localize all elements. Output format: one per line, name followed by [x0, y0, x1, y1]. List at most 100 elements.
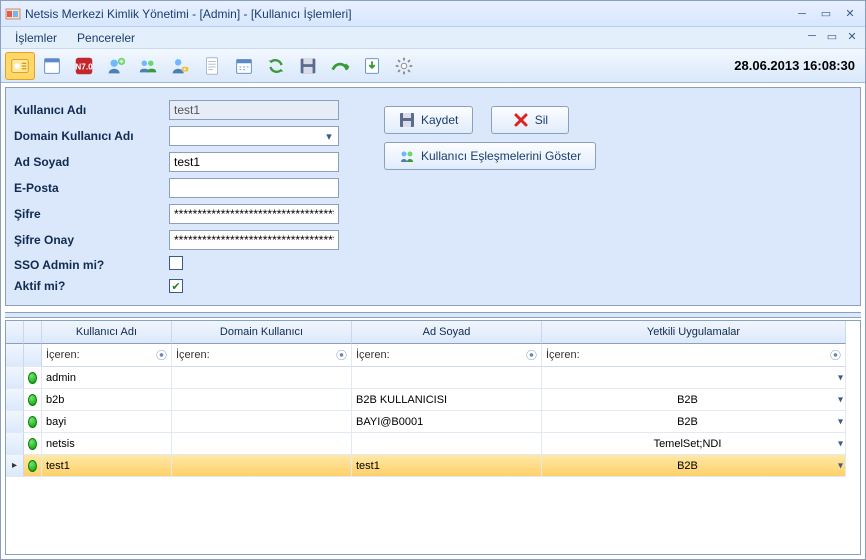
input-kullanici-adi: [169, 100, 339, 120]
cell-yetkili[interactable]: B2B▾: [542, 411, 846, 433]
label-domain-kullanici: Domain Kullanıcı Adı: [14, 129, 169, 143]
input-eposta[interactable]: [169, 178, 339, 198]
toolbar-user-key-icon[interactable]: [165, 52, 195, 80]
maximize-button[interactable]: ▭: [815, 6, 837, 22]
label-sifre: Şifre: [14, 207, 169, 221]
cell-yetkili[interactable]: TemelSet;NDI▾: [542, 433, 846, 455]
filter-icon[interactable]: ⦿: [526, 347, 537, 363]
delete-icon: [513, 112, 529, 128]
filter-icon[interactable]: ⦿: [156, 347, 167, 363]
splitter[interactable]: [5, 312, 861, 318]
toolbar-refresh-icon[interactable]: [261, 52, 291, 80]
col-domain[interactable]: Domain Kullanıcı: [172, 321, 352, 344]
show-matches-button[interactable]: Kullanıcı Eşleşmelerini Göster: [384, 142, 596, 170]
col-indicator: [6, 321, 24, 344]
col-kullanici[interactable]: Kullanıcı Adı: [42, 321, 172, 344]
filter-icon[interactable]: ⦿: [830, 347, 841, 363]
row-indicator: ▸: [6, 455, 24, 477]
input-ad-soyad[interactable]: [169, 152, 339, 172]
chevron-down-icon[interactable]: ▾: [838, 416, 843, 427]
col-yetkili[interactable]: Yetkili Uygulamalar: [542, 321, 846, 344]
status-active-icon: [28, 372, 37, 384]
filter-kullanici[interactable]: İçeren:⦿: [42, 344, 172, 367]
cell-yetkili[interactable]: B2B▾: [542, 389, 846, 411]
save-button[interactable]: Kaydet: [384, 106, 473, 134]
chevron-down-icon[interactable]: ▾: [838, 460, 843, 471]
cell-adsoyad: [352, 433, 542, 455]
toolbar-settings-icon[interactable]: [389, 52, 419, 80]
menubar: İşlemler Pencereler ─ ▭ ✕: [1, 27, 865, 49]
filter-yetkili[interactable]: İçeren:⦿: [542, 344, 846, 367]
cell-kullanici: admin: [42, 367, 172, 389]
toolbar-users-group-icon[interactable]: [133, 52, 163, 80]
save-label: Kaydet: [421, 113, 458, 127]
filter-domain[interactable]: İçeren:⦿: [172, 344, 352, 367]
menu-islemler[interactable]: İşlemler: [5, 28, 67, 48]
show-matches-label: Kullanıcı Eşleşmelerini Göster: [421, 149, 581, 163]
cell-adsoyad: [352, 367, 542, 389]
status-cell: [24, 389, 42, 411]
col-adsoyad[interactable]: Ad Soyad: [352, 321, 542, 344]
cell-kullanici: bayi: [42, 411, 172, 433]
save-icon: [399, 112, 415, 128]
child-maximize-button[interactable]: ▭: [823, 29, 841, 43]
chevron-down-icon[interactable]: ▾: [838, 394, 843, 405]
filter-indicator: [6, 344, 24, 367]
chevron-down-icon: ▾: [322, 129, 336, 143]
table-row[interactable]: b2bB2B KULLANICISIB2B▾: [6, 389, 860, 411]
label-sso-admin: SSO Admin mi?: [14, 258, 169, 272]
menu-pencereler[interactable]: Pencereler: [67, 28, 145, 48]
toolbar-n70-icon[interactable]: N7.0: [69, 52, 99, 80]
table-row[interactable]: admin ▾: [6, 367, 860, 389]
toolbar: N7.0 28.06.2013 16:08:30: [1, 49, 865, 83]
child-close-button[interactable]: ✕: [843, 29, 861, 43]
titlebar: Netsis Merkezi Kimlik Yönetimi - [Admin]…: [1, 1, 865, 27]
row-indicator: [6, 433, 24, 455]
cell-domain: [172, 389, 352, 411]
toolbar-add-user-icon[interactable]: [101, 52, 131, 80]
cell-yetkili[interactable]: ▾: [542, 367, 846, 389]
label-aktif: Aktif mi?: [14, 279, 169, 293]
cell-domain: [172, 411, 352, 433]
delete-button[interactable]: Sil: [491, 106, 569, 134]
app-icon: [5, 6, 21, 22]
cell-adsoyad: BAYI@B0001: [352, 411, 542, 433]
cell-adsoyad: test1: [352, 455, 542, 477]
table-row[interactable]: netsisTemelSet;NDI▾: [6, 433, 860, 455]
close-button[interactable]: ✕: [839, 6, 861, 22]
cell-domain: [172, 455, 352, 477]
row-indicator: [6, 389, 24, 411]
select-domain-kullanici[interactable]: ▾: [169, 126, 339, 146]
filter-adsoyad[interactable]: İçeren:⦿: [352, 344, 542, 367]
cell-yetkili[interactable]: B2B▾: [542, 455, 846, 477]
table-row[interactable]: ▸test1test1B2B▾: [6, 455, 860, 477]
child-minimize-button[interactable]: ─: [803, 29, 821, 43]
data-grid: Kullanıcı Adı Domain Kullanıcı Ad Soyad …: [5, 320, 861, 555]
filter-icon[interactable]: ⦿: [336, 347, 347, 363]
table-row[interactable]: bayi BAYI@B0001B2B▾: [6, 411, 860, 433]
users-icon: [399, 148, 415, 164]
cell-kullanici: b2b: [42, 389, 172, 411]
cell-domain: [172, 367, 352, 389]
toolbar-export-icon[interactable]: [325, 52, 355, 80]
status-cell: [24, 455, 42, 477]
checkbox-sso-admin[interactable]: [169, 256, 183, 270]
input-sifre-onay[interactable]: [169, 230, 339, 250]
chevron-down-icon[interactable]: ▾: [838, 438, 843, 449]
input-sifre[interactable]: [169, 204, 339, 224]
chevron-down-icon[interactable]: ▾: [838, 372, 843, 383]
filter-status: [24, 344, 42, 367]
toolbar-document-icon[interactable]: [197, 52, 227, 80]
toolbar-save-icon[interactable]: [293, 52, 323, 80]
minimize-button[interactable]: ─: [791, 6, 813, 22]
col-status: [24, 321, 42, 344]
cell-kullanici: test1: [42, 455, 172, 477]
toolbar-window-icon[interactable]: [37, 52, 67, 80]
toolbar-calendar-icon[interactable]: [229, 52, 259, 80]
status-active-icon: [28, 394, 37, 406]
toolbar-import-icon[interactable]: [357, 52, 387, 80]
checkbox-aktif[interactable]: ✔: [169, 279, 183, 293]
delete-label: Sil: [535, 113, 548, 127]
toolbar-users-icon[interactable]: [5, 52, 35, 80]
status-active-icon: [28, 460, 37, 472]
